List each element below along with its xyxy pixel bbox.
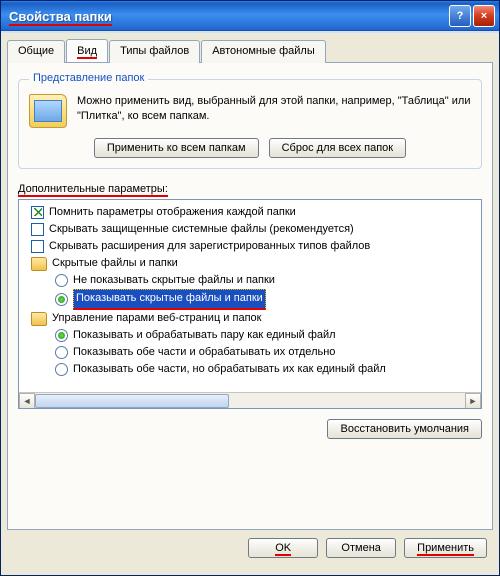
tree-item-label: Показывать и обрабатывать пару как едины… bbox=[73, 327, 336, 344]
ok-button[interactable]: OK bbox=[248, 538, 318, 558]
tree-item[interactable]: Показывать обе части, но обрабатывать их… bbox=[27, 361, 479, 378]
advanced-settings-label: Дополнительные параметры: bbox=[18, 183, 168, 195]
reset-all-button[interactable]: Сброс для всех папок bbox=[269, 138, 407, 158]
group-legend: Представление папок bbox=[29, 72, 148, 84]
tree-group[interactable]: Скрытые файлы и папки bbox=[27, 255, 479, 272]
scroll-right-icon[interactable]: ► bbox=[465, 393, 481, 409]
checkbox-icon[interactable] bbox=[31, 206, 44, 219]
dialog-buttons: OK Отмена Применить bbox=[7, 530, 493, 558]
tree-item-label: Помнить параметры отображения каждой пап… bbox=[49, 204, 296, 221]
dialog-body: Общие Вид Типы файлов Автономные файлы П… bbox=[1, 31, 499, 564]
folder-icon bbox=[31, 257, 47, 271]
radio-icon[interactable] bbox=[55, 346, 68, 359]
tree-item[interactable]: Показывать и обрабатывать пару как едины… bbox=[27, 327, 479, 344]
close-button[interactable]: × bbox=[473, 5, 495, 27]
help-button[interactable]: ? bbox=[449, 5, 471, 27]
tab-offline[interactable]: Автономные файлы bbox=[201, 40, 326, 63]
tab-strip: Общие Вид Типы файлов Автономные файлы bbox=[7, 39, 493, 62]
tree-item-label: Не показывать скрытые файлы и папки bbox=[73, 272, 275, 289]
checkbox-icon[interactable] bbox=[31, 240, 44, 253]
radio-icon[interactable] bbox=[55, 363, 68, 376]
title-bar: Свойства папки ? × bbox=[1, 1, 499, 31]
radio-icon[interactable] bbox=[55, 274, 68, 287]
tree-item-label: Скрывать расширения для зарегистрированн… bbox=[49, 238, 370, 255]
radio-icon[interactable] bbox=[55, 329, 68, 342]
scroll-track[interactable] bbox=[35, 394, 465, 408]
tree-item-label: Скрытые файлы и папки bbox=[52, 255, 178, 272]
group-description: Можно применить вид, выбранный для этой … bbox=[77, 94, 471, 124]
tree-item[interactable]: Показывать обе части и обрабатывать их о… bbox=[27, 344, 479, 361]
window-title: Свойства папки bbox=[9, 9, 449, 24]
tab-general[interactable]: Общие bbox=[7, 40, 65, 63]
tab-view[interactable]: Вид bbox=[66, 39, 108, 62]
tree-item[interactable]: Скрывать защищенные системные файлы (рек… bbox=[27, 221, 479, 238]
advanced-settings-tree[interactable]: Помнить параметры отображения каждой пап… bbox=[18, 199, 482, 409]
tree-item[interactable]: Помнить параметры отображения каждой пап… bbox=[27, 204, 479, 221]
restore-defaults-button[interactable]: Восстановить умолчания bbox=[327, 419, 482, 439]
tree-item[interactable]: Скрывать расширения для зарегистрированн… bbox=[27, 238, 479, 255]
tree-item-label: Скрывать защищенные системные файлы (рек… bbox=[49, 221, 354, 238]
tree-item-label: Управление парами веб-страниц и папок bbox=[52, 310, 261, 327]
tree-item-label: Показывать скрытые файлы и папки bbox=[73, 289, 266, 310]
tree-item-selected[interactable]: Показывать скрытые файлы и папки bbox=[27, 289, 479, 310]
scroll-left-icon[interactable]: ◄ bbox=[19, 393, 35, 409]
horizontal-scrollbar[interactable]: ◄ ► bbox=[19, 392, 481, 408]
folder-icon bbox=[29, 94, 67, 128]
dialog-window: Свойства папки ? × Общие Вид Типы файлов… bbox=[0, 0, 500, 576]
tree-item[interactable]: Не показывать скрытые файлы и папки bbox=[27, 272, 479, 289]
radio-icon[interactable] bbox=[55, 293, 68, 306]
folder-views-group: Представление папок Можно применить вид,… bbox=[18, 79, 482, 169]
tab-filetypes[interactable]: Типы файлов bbox=[109, 40, 200, 63]
scroll-thumb[interactable] bbox=[35, 394, 229, 408]
folder-icon bbox=[31, 312, 47, 326]
checkbox-icon[interactable] bbox=[31, 223, 44, 236]
tree-group[interactable]: Управление парами веб-страниц и папок bbox=[27, 310, 479, 327]
apply-button[interactable]: Применить bbox=[404, 538, 487, 558]
tab-panel-view: Представление папок Можно применить вид,… bbox=[7, 62, 493, 530]
tree-item-label: Показывать обе части, но обрабатывать их… bbox=[73, 361, 386, 378]
tree-item-label: Показывать обе части и обрабатывать их о… bbox=[73, 344, 335, 361]
cancel-button[interactable]: Отмена bbox=[326, 538, 396, 558]
apply-to-all-button[interactable]: Применить ко всем папкам bbox=[94, 138, 259, 158]
